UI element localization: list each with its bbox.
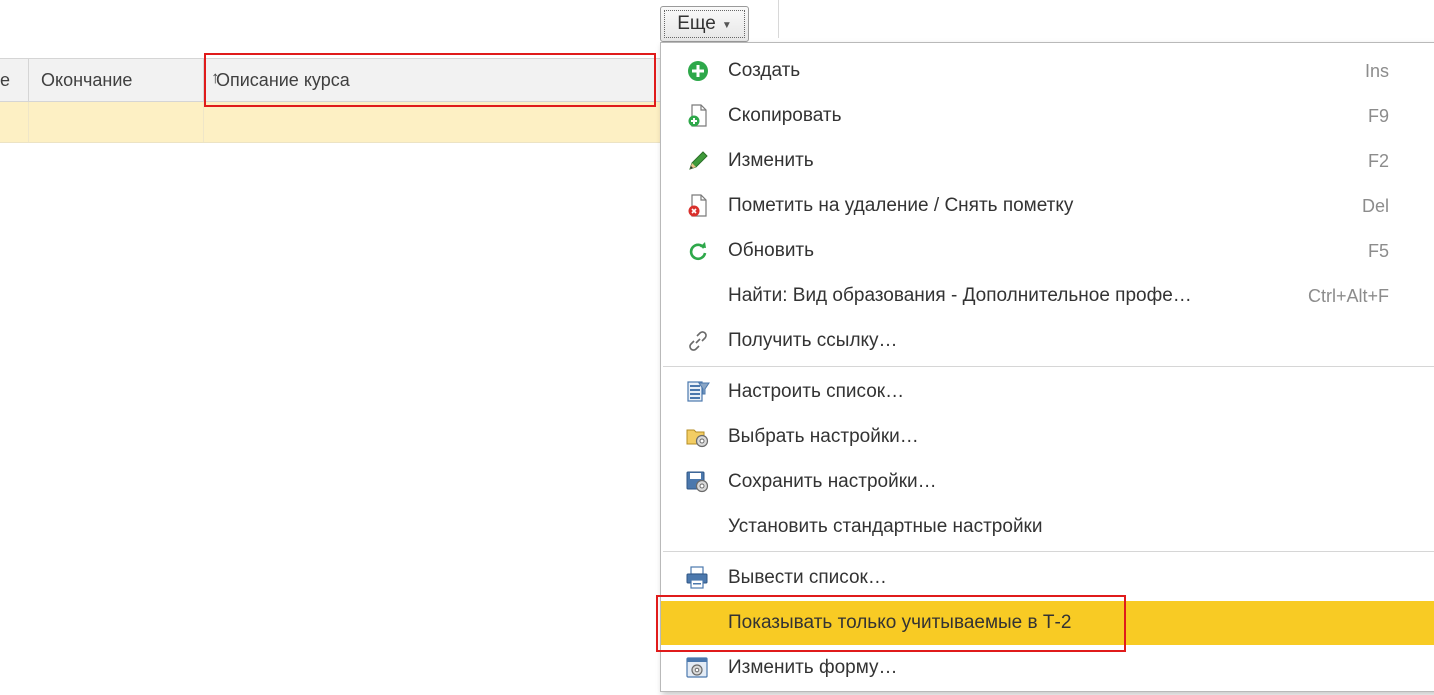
menu-item-label: Настроить список… — [728, 381, 905, 402]
copy-icon — [686, 104, 710, 128]
column-separator — [28, 59, 29, 101]
menu-separator — [663, 366, 1434, 367]
list-settings-icon — [686, 380, 710, 404]
page: е Окончание ↑ Описание курса Еще ▼ Созда… — [0, 0, 1434, 695]
menu-item-configure-list[interactable]: Настроить список… — [661, 370, 1434, 414]
save-settings-icon — [686, 470, 710, 494]
menu-item-label: Пометить на удаление / Снять пометку — [728, 195, 1074, 216]
column-header-description[interactable]: Описание курса — [216, 59, 656, 101]
column-separator — [203, 59, 204, 101]
menu-item-label: Изменить форму… — [728, 657, 898, 678]
column-header-end[interactable]: Окончание ↑ — [41, 59, 220, 101]
toolbar-divider — [778, 0, 779, 38]
menu-item-label: Вывести список… — [728, 567, 887, 588]
column-header-prev-label: е — [0, 69, 11, 90]
table-row[interactable] — [0, 102, 665, 143]
menu-item-create[interactable]: Создать Ins — [661, 49, 1434, 93]
menu-item-shortcut: Ctrl+Alt+F — [1307, 285, 1389, 306]
menu-item-change-form[interactable]: Изменить форму… — [661, 646, 1434, 690]
menu-item-mark-delete[interactable]: Пометить на удаление / Снять пометку Del — [661, 184, 1434, 228]
menu-item-find[interactable]: Найти: Вид образования - Дополнительное … — [661, 274, 1434, 318]
menu-item-choose-settings[interactable]: Выбрать настройки… — [661, 415, 1434, 459]
menu-item-default-settings[interactable]: Установить стандартные настройки — [661, 505, 1434, 549]
menu-item-print-list[interactable]: Вывести список… — [661, 556, 1434, 600]
menu-item-shortcut: F5 — [1367, 240, 1389, 261]
more-menu: Создать Ins Скопировать F9 Изменить F2 П… — [660, 42, 1434, 692]
more-button-label: Еще — [677, 13, 716, 34]
column-header-end-label: Окончание — [41, 69, 133, 90]
more-button[interactable]: Еще ▼ — [660, 6, 749, 42]
menu-item-label: Скопировать — [728, 105, 842, 126]
menu-item-copy[interactable]: Скопировать F9 — [661, 94, 1434, 138]
row-cell-separator — [203, 102, 204, 142]
menu-separator — [663, 551, 1434, 552]
choose-settings-icon — [686, 425, 710, 449]
change-form-icon — [686, 656, 710, 680]
menu-item-label: Найти: Вид образования - Дополнительное … — [728, 285, 1192, 306]
menu-item-refresh[interactable]: Обновить F5 — [661, 229, 1434, 273]
mark-delete-icon — [686, 194, 710, 218]
column-header-description-label: Описание курса — [216, 69, 350, 90]
print-list-icon — [686, 566, 710, 590]
menu-item-show-t2-only[interactable]: Показывать только учитываемые в Т-2 — [661, 601, 1434, 645]
menu-item-label: Создать — [728, 60, 801, 81]
menu-item-save-settings[interactable]: Сохранить настройки… — [661, 460, 1434, 504]
menu-item-shortcut: Ins — [1364, 60, 1389, 81]
link-icon — [686, 329, 710, 353]
row-cell-separator — [28, 102, 29, 142]
edit-icon — [686, 149, 710, 173]
menu-item-label: Сохранить настройки… — [728, 471, 937, 492]
menu-item-edit[interactable]: Изменить F2 — [661, 139, 1434, 183]
menu-item-shortcut: F9 — [1367, 105, 1389, 126]
menu-item-shortcut: F2 — [1367, 150, 1389, 171]
menu-item-label: Выбрать настройки… — [728, 426, 919, 447]
menu-item-shortcut: Del — [1361, 195, 1389, 216]
menu-item-label: Установить стандартные настройки — [728, 516, 1043, 537]
menu-item-label: Обновить — [728, 240, 815, 261]
menu-item-label: Изменить — [728, 150, 814, 171]
menu-item-get-link[interactable]: Получить ссылку… — [661, 319, 1434, 363]
chevron-down-icon: ▼ — [721, 20, 732, 31]
menu-item-label: Показывать только учитываемые в Т-2 — [728, 612, 1072, 633]
column-header-prev[interactable]: е — [0, 59, 28, 101]
create-icon — [686, 59, 710, 83]
menu-item-label: Получить ссылку… — [728, 330, 898, 351]
grid-header: е Окончание ↑ Описание курса — [0, 58, 665, 102]
refresh-icon — [686, 239, 710, 263]
